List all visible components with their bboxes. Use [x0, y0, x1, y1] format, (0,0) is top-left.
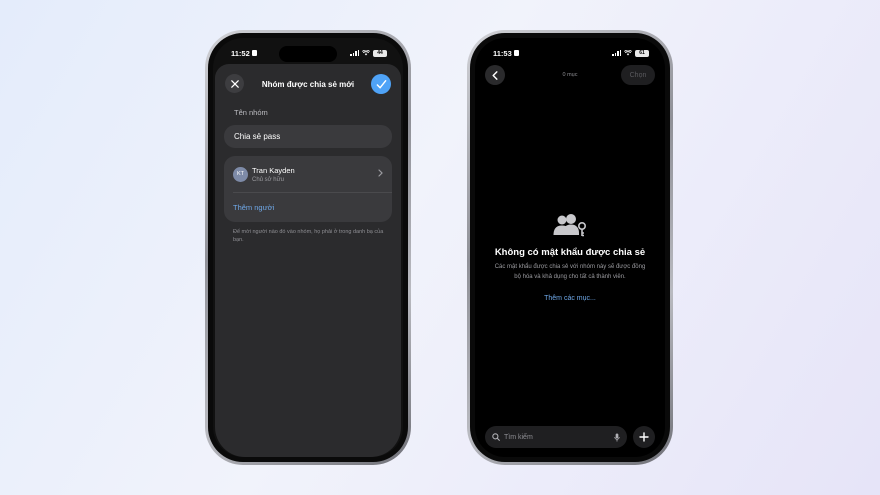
clock: 11:53 [493, 48, 512, 58]
add-person-button[interactable]: Thêm người [224, 193, 392, 220]
search-placeholder: Tìm kiếm [504, 433, 533, 441]
focus-icon [251, 50, 257, 56]
battery-icon: 44 [373, 49, 387, 57]
signal-icon [350, 50, 359, 56]
member-info: Tran Kayden Chủ sở hữu [252, 166, 295, 183]
wifi-icon [624, 50, 632, 56]
microphone-icon[interactable] [614, 432, 620, 442]
phone-bezel: 11:53 61 0 mục Chọn Không có mật khẩu đư… [470, 33, 670, 462]
group-name-field[interactable]: Chia sẻ pass [224, 125, 392, 148]
close-button[interactable] [225, 74, 244, 93]
status-time: 11:52 [231, 49, 257, 58]
chevron-right-icon [378, 169, 383, 177]
search-field[interactable]: Tìm kiếm [485, 426, 627, 448]
sheet-title: Nhóm được chia sẻ mới [261, 79, 355, 89]
right-phone: 11:53 61 0 mục Chọn Không có mật khẩu đư… [467, 30, 673, 465]
new-shared-group-screen: 11:52 44 Nhóm được chia sẻ mới Tên nhóm … [213, 38, 403, 457]
close-icon [230, 79, 239, 88]
group-name-label: Tên nhóm [234, 108, 268, 117]
shared-group-screen: 11:53 61 0 mục Chọn Không có mật khẩu đư… [475, 38, 665, 457]
phone-bezel: 11:52 44 Nhóm được chia sẻ mới Tên nhóm … [208, 33, 408, 462]
dynamic-island [541, 46, 599, 62]
search-icon [492, 433, 500, 441]
add-button[interactable] [633, 426, 655, 448]
clock: 11:52 [231, 48, 250, 58]
add-items-link[interactable]: Thêm các mục... [475, 295, 665, 302]
new-group-sheet: Nhóm được chia sẻ mới Tên nhóm Chia sẻ p… [215, 64, 401, 457]
left-phone: 11:52 44 Nhóm được chia sẻ mới Tên nhóm … [205, 30, 411, 465]
sheet-header: Nhóm được chia sẻ mới [215, 64, 401, 104]
confirm-button[interactable] [371, 74, 391, 94]
wifi-icon [362, 50, 370, 56]
bottom-bar: Tìm kiếm [485, 426, 655, 448]
member-name: Tran Kayden [252, 165, 295, 175]
member-role: Chủ sở hữu [252, 176, 284, 183]
members-card: KT Tran Kayden Chủ sở hữu Thêm người [224, 156, 392, 222]
status-time: 11:53 [493, 49, 519, 58]
plus-icon [639, 432, 649, 442]
focus-icon [513, 50, 519, 56]
avatar: KT [233, 166, 248, 182]
member-row[interactable]: KT Tran Kayden Chủ sở hữu [224, 156, 392, 192]
empty-description: Các mật khẩu được chia sẻ với nhóm này s… [494, 264, 646, 280]
helper-text: Để mời người nào đó vào nhóm, họ phải ở … [233, 229, 384, 243]
nav-bar: 0 mục Chọn [475, 65, 665, 89]
battery-icon: 61 [635, 49, 649, 57]
signal-icon [612, 50, 621, 56]
dynamic-island [279, 46, 337, 62]
empty-title: Không có mật khẩu được chia sẻ [494, 247, 646, 258]
empty-state: Không có mật khẩu được chia sẻ Các mật k… [475, 213, 665, 302]
status-icons: 44 [350, 49, 387, 57]
status-icons: 61 [612, 49, 649, 57]
shared-group-key-icon [475, 213, 665, 239]
checkmark-icon [376, 79, 386, 88]
select-button[interactable]: Chọn [621, 65, 655, 85]
